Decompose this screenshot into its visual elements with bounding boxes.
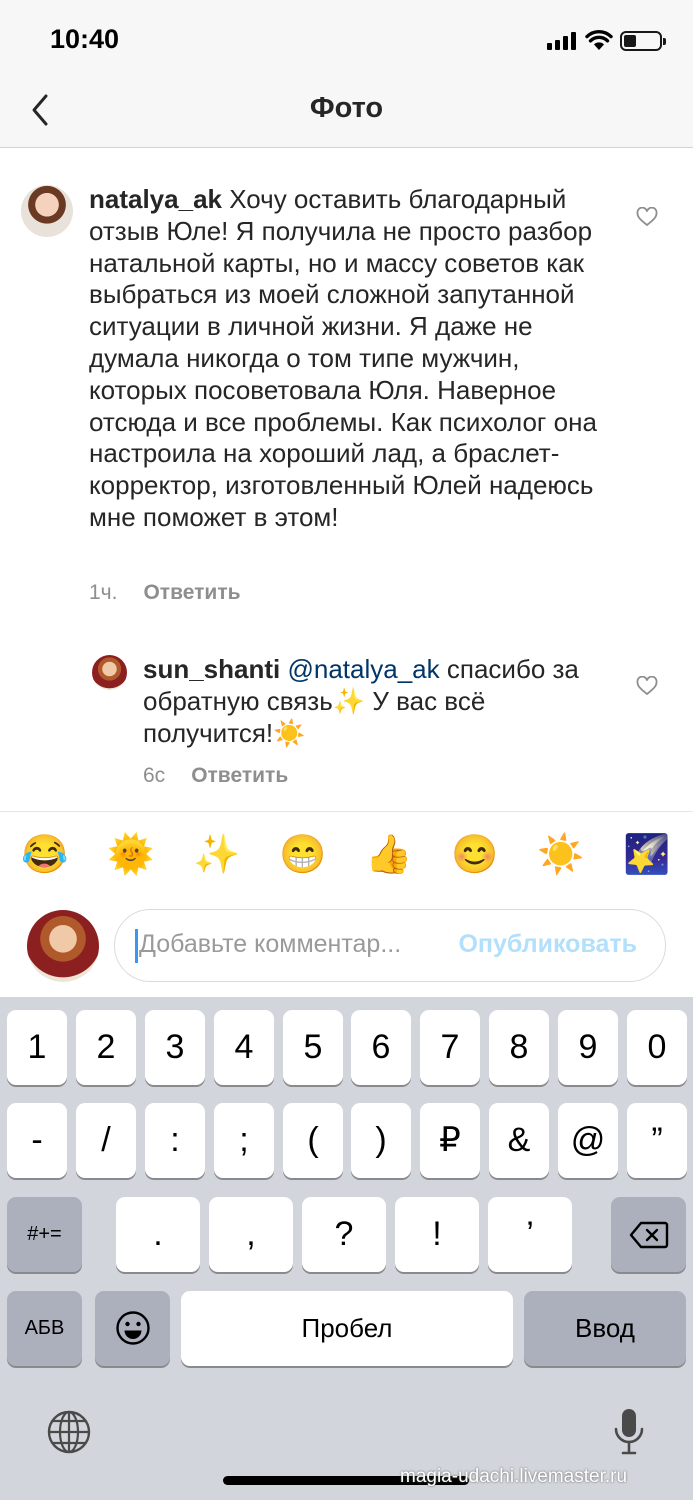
key[interactable]: & [489, 1103, 549, 1178]
comment-meta: 1ч. Ответить [89, 581, 241, 605]
key[interactable]: ) [351, 1103, 411, 1178]
key[interactable]: ’ [488, 1197, 572, 1272]
key[interactable]: : [145, 1103, 205, 1178]
status-bar: 10:40 [0, 0, 693, 78]
key[interactable]: ₽ [420, 1103, 480, 1178]
key[interactable]: 7 [420, 1010, 480, 1085]
key[interactable]: , [209, 1197, 293, 1272]
key[interactable]: - [7, 1103, 67, 1178]
comment-input[interactable]: Добавьте комментар... Опубликовать [114, 909, 666, 982]
reply-button[interactable]: Ответить [191, 764, 288, 787]
key[interactable]: 4 [214, 1010, 274, 1085]
divider [0, 811, 693, 812]
avatar[interactable] [21, 185, 73, 237]
comment-text: natalya_ak Хочу оставить благодарный отз… [89, 184, 609, 534]
emoji-button[interactable]: 🌞 [107, 832, 154, 878]
cellular-signal-icon [547, 32, 579, 50]
comment-placeholder: Добавьте комментар... [139, 930, 402, 958]
heart-icon[interactable] [636, 676, 658, 696]
comment-meta: 6с Ответить [143, 764, 288, 788]
emoji-key[interactable] [95, 1291, 170, 1366]
comment-text: sun_shanti @natalya_ak спасибо за обратн… [143, 654, 603, 749]
microphone-icon[interactable] [612, 1407, 646, 1457]
emoji-button[interactable]: 👍 [365, 832, 412, 878]
emoji-button[interactable]: 😊 [451, 832, 498, 878]
key[interactable]: ” [627, 1103, 687, 1178]
key[interactable]: 2 [76, 1010, 136, 1085]
key[interactable]: 3 [145, 1010, 205, 1085]
delete-icon [629, 1221, 668, 1249]
key[interactable]: @ [558, 1103, 618, 1178]
key[interactable]: 5 [283, 1010, 343, 1085]
key[interactable]: 8 [489, 1010, 549, 1085]
delete-key[interactable] [611, 1197, 686, 1272]
key[interactable]: ! [395, 1197, 479, 1272]
watermark: magia-udachi.livemaster.ru [400, 1466, 628, 1487]
emoji-bar: 😂 🌞 ✨ 😁 👍 😊 ☀️ 🌠 [0, 832, 693, 892]
emoji-button[interactable]: 😂 [21, 832, 68, 878]
key[interactable]: 1 [7, 1010, 67, 1085]
key[interactable]: 0 [627, 1010, 687, 1085]
emoji-button[interactable]: ☀️ [537, 832, 584, 878]
key[interactable]: 6 [351, 1010, 411, 1085]
key[interactable]: ( [283, 1103, 343, 1178]
reply-button[interactable]: Ответить [143, 581, 240, 604]
key[interactable]: / [76, 1103, 136, 1178]
battery-icon [620, 31, 666, 51]
key[interactable]: ; [214, 1103, 274, 1178]
page-title: Фото [309, 92, 384, 124]
globe-icon[interactable] [46, 1409, 92, 1455]
wifi-icon [585, 29, 613, 50]
emoji-button[interactable]: 😁 [279, 832, 326, 878]
navigation-bar: Фото [0, 78, 693, 148]
keyboard: 1 2 3 4 5 6 7 8 9 0 - / : ; ( ) ₽ & @ ” … [0, 997, 693, 1500]
status-time: 10:40 [50, 24, 120, 54]
comment-username[interactable]: natalya_ak [89, 184, 222, 214]
current-user-avatar [27, 910, 99, 982]
return-key[interactable]: Ввод [524, 1291, 686, 1366]
publish-button[interactable]: Опубликовать [458, 930, 637, 959]
comment-timestamp: 6с [143, 764, 166, 787]
layout-switch-key[interactable]: АБВ [7, 1291, 82, 1366]
space-key[interactable]: Пробел [181, 1291, 513, 1366]
mention-link[interactable]: @natalya_ak [287, 654, 439, 684]
key[interactable]: ? [302, 1197, 386, 1272]
symbols-key[interactable]: #+= [7, 1197, 82, 1272]
key[interactable]: . [116, 1197, 200, 1272]
comment-username[interactable]: sun_shanti [143, 654, 280, 684]
emoji-button[interactable]: ✨ [193, 832, 240, 878]
emoji-button[interactable]: 🌠 [623, 832, 670, 878]
text-caret [135, 929, 138, 963]
smiley-icon [115, 1311, 150, 1345]
comment-timestamp: 1ч. [89, 581, 118, 604]
heart-icon[interactable] [636, 207, 658, 227]
comment-body: Хочу оставить благодарный отзыв Юле! Я п… [89, 184, 605, 532]
avatar[interactable] [92, 655, 127, 690]
key[interactable]: 9 [558, 1010, 618, 1085]
